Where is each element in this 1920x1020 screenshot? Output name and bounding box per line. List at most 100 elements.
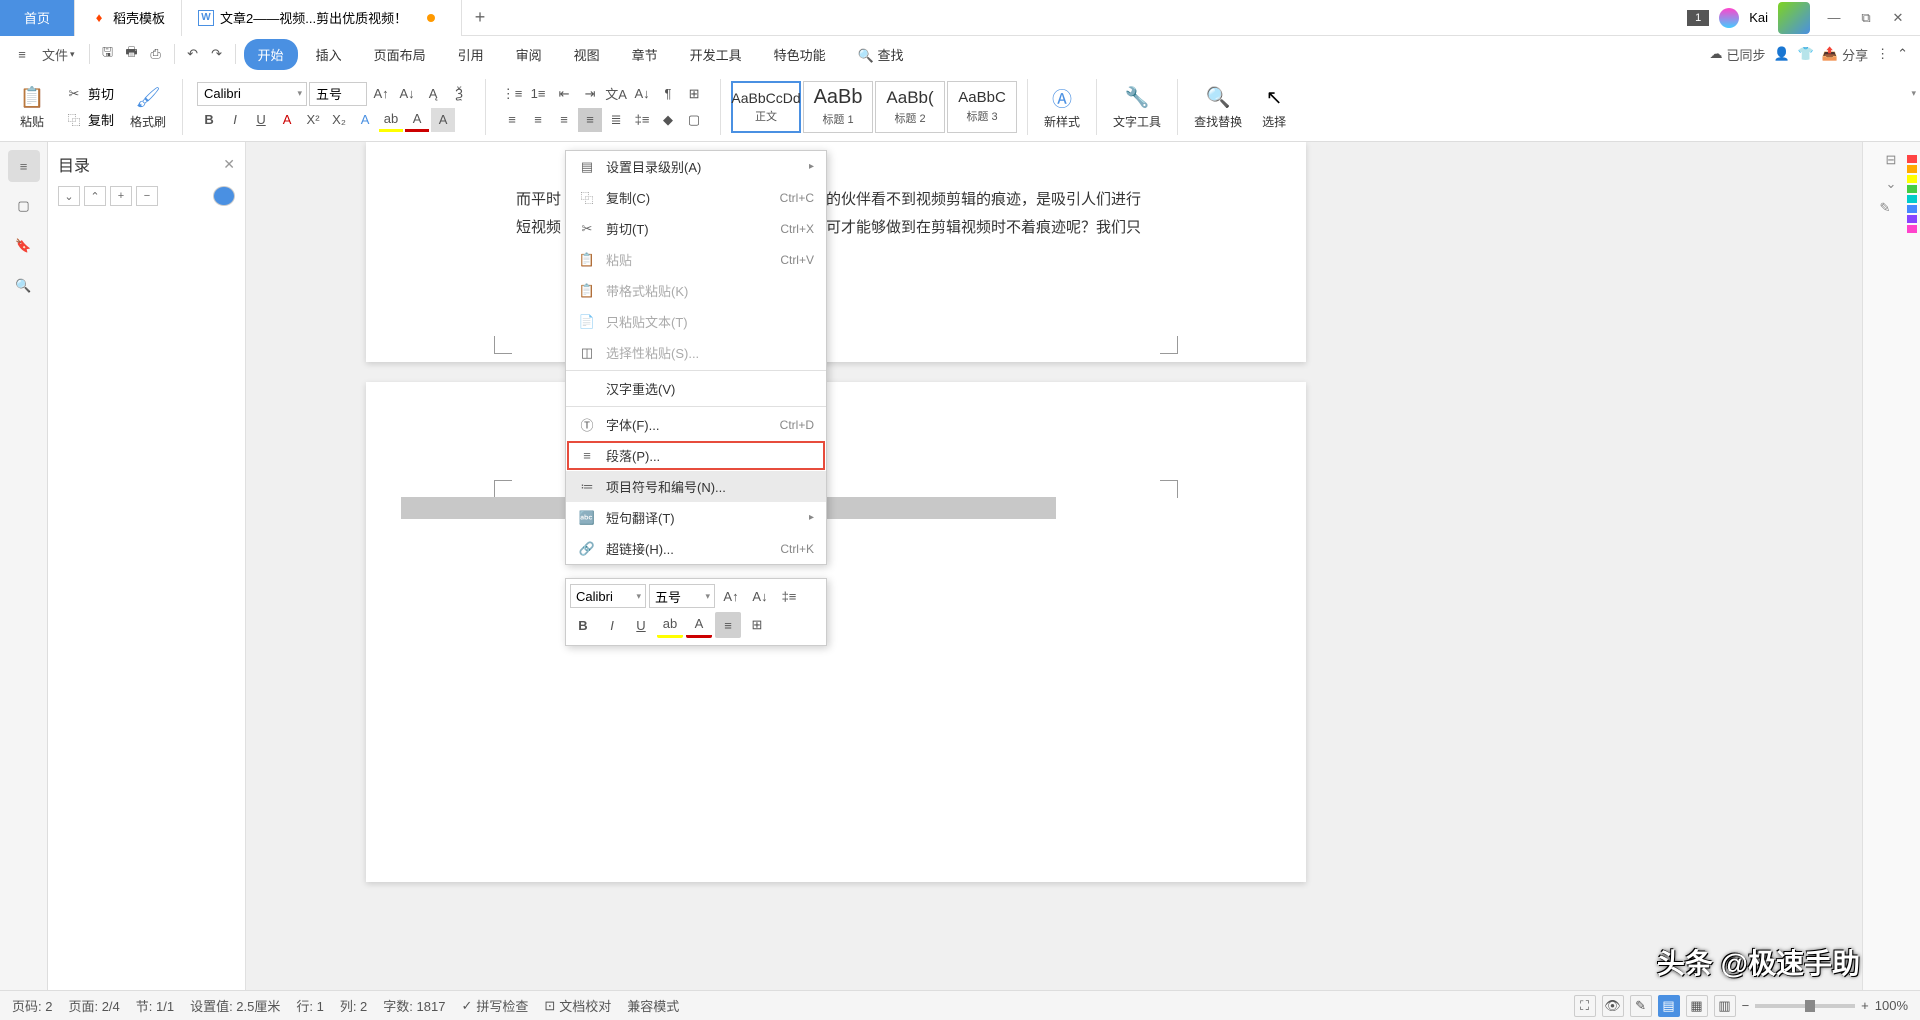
mini-shrink-font-icon[interactable]: A↓ — [747, 583, 773, 609]
decrease-indent-icon[interactable]: ⇤ — [552, 82, 576, 106]
menu-icon[interactable]: ≡ — [12, 44, 32, 64]
ruler-toggle-icon[interactable]: ⊟ — [1886, 152, 1898, 164]
status-page[interactable]: 页面: 2/4 — [68, 996, 119, 1015]
notification-badge[interactable]: 1 — [1687, 10, 1709, 26]
font-size-selector[interactable]: 五号▾ — [309, 82, 367, 106]
collapse-ribbon-icon[interactable]: ⌃ — [1897, 46, 1908, 62]
user-icon[interactable]: 👤 — [1774, 46, 1790, 62]
chevron-down-icon[interactable]: ⌄ — [1886, 176, 1898, 188]
shrink-font-icon[interactable]: A↓ — [395, 82, 419, 106]
ribbon-tab-review[interactable]: 审阅 — [502, 39, 556, 70]
context-menu-item[interactable]: ✂剪切(T)Ctrl+X — [566, 213, 826, 244]
ribbon-tab-layout[interactable]: 页面布局 — [360, 39, 440, 70]
ribbon-tab-start[interactable]: 开始 — [244, 39, 298, 70]
sync-status[interactable]: ☁ 已同步 — [1710, 45, 1766, 64]
align-center-icon[interactable]: ≡ — [526, 108, 550, 132]
mini-border-icon[interactable]: ⊞ — [744, 612, 770, 638]
numbering-icon[interactable]: 1≡ — [526, 82, 550, 106]
grow-font-icon[interactable]: A↑ — [369, 82, 393, 106]
borders-icon[interactable]: ⊞ — [682, 82, 706, 106]
pencil-icon[interactable]: ✎ — [1880, 200, 1904, 224]
mini-font-selector[interactable]: Calibri▾ — [570, 584, 646, 608]
mini-justify-icon[interactable]: ≡ — [715, 612, 741, 638]
context-menu-item[interactable]: ⿻复制(C)Ctrl+C — [566, 182, 826, 213]
line-spacing-icon[interactable]: ‡≡ — [630, 108, 654, 132]
format-painter[interactable]: 🖌格式刷 — [124, 83, 172, 130]
read-mode-icon[interactable]: 👁 — [1602, 995, 1624, 1017]
text-effects-icon[interactable]: A — [353, 108, 377, 132]
style-normal[interactable]: AaBbCcDd正文 — [731, 81, 801, 133]
context-menu-item[interactable]: 🔤短句翻译(T)▸ — [566, 502, 826, 533]
fullscreen-icon[interactable]: ⛶ — [1574, 995, 1596, 1017]
show-marks-icon[interactable]: ¶ — [656, 82, 680, 106]
shading-icon[interactable]: A — [431, 108, 455, 132]
ribbon-tab-special[interactable]: 特色功能 — [760, 39, 840, 70]
context-menu-item[interactable]: 汉字重选(V) — [566, 373, 826, 404]
expand-icon[interactable]: ⌄ — [58, 186, 80, 206]
sort-icon[interactable]: A↓ — [630, 82, 654, 106]
justify-icon[interactable]: ≡ — [578, 108, 602, 132]
tab-home[interactable]: 首页 — [0, 0, 75, 36]
ribbon-tab-ref[interactable]: 引用 — [444, 39, 498, 70]
ribbon-tab-chapter[interactable]: 章节 — [618, 39, 672, 70]
undo-icon[interactable]: ↶ — [183, 44, 203, 64]
mini-line-spacing-icon[interactable]: ‡≡ — [776, 583, 802, 609]
zoom-tool-icon[interactable]: 🔍 — [8, 270, 40, 302]
style-heading1[interactable]: AaBb标题 1 — [803, 81, 873, 133]
clear-format-icon[interactable]: Ą — [421, 82, 445, 106]
italic-icon[interactable]: I — [223, 108, 247, 132]
context-menu-item[interactable]: Ⓣ字体(F)...Ctrl+D — [566, 409, 826, 440]
status-pagenum[interactable]: 页码: 2 — [12, 996, 52, 1015]
outline-view-icon[interactable]: ▥ — [1714, 995, 1736, 1017]
text-direction-icon[interactable]: 文A — [604, 82, 628, 106]
zoom-in-icon[interactable]: + — [1861, 998, 1869, 1013]
print-icon[interactable]: 🖶 — [122, 44, 142, 64]
more-icon[interactable]: ⋮ — [1876, 46, 1889, 62]
distribute-icon[interactable]: ≣ — [604, 108, 628, 132]
select-button[interactable]: ↖选择 — [1254, 83, 1294, 130]
tab-template[interactable]: ♦稻壳模板 — [75, 0, 182, 36]
tab-document[interactable]: W文章2——视频...剪出优质视频！ — [182, 0, 462, 36]
file-menu[interactable]: 文件 ▾ — [36, 41, 81, 68]
ribbon-tab-view[interactable]: 视图 — [560, 39, 614, 70]
mini-font-color-icon[interactable]: A — [686, 612, 712, 638]
mini-italic-icon[interactable]: I — [599, 612, 625, 638]
print-layout-icon[interactable]: ▤ — [1658, 995, 1680, 1017]
remove-icon[interactable]: − — [136, 186, 158, 206]
text-tools-button[interactable]: 🔧文字工具 — [1107, 83, 1167, 130]
window-restore[interactable]: ⧉ — [1852, 8, 1880, 28]
font-color-icon[interactable]: A — [405, 108, 429, 132]
superscript-icon[interactable]: X² — [301, 108, 325, 132]
status-chars[interactable]: 字数: 1817 — [383, 996, 445, 1015]
bookmark-icon[interactable]: 🔖 — [8, 230, 40, 262]
outline-icon[interactable]: ≡ — [8, 150, 40, 182]
window-minimize[interactable]: — — [1820, 8, 1848, 28]
share-button[interactable]: 📤 分享 — [1822, 45, 1868, 64]
increase-indent-icon[interactable]: ⇥ — [578, 82, 602, 106]
zoom-level[interactable]: 100% — [1875, 998, 1908, 1013]
status-spell[interactable]: ✓ 拼写检查 — [461, 996, 528, 1015]
font-selector[interactable]: Calibri▾ — [197, 82, 307, 106]
context-menu-item[interactable]: ≡段落(P)... — [566, 440, 826, 471]
paste-button[interactable]: 📋粘贴 — [12, 83, 52, 130]
style-heading2[interactable]: AaBb(标题 2 — [875, 81, 945, 133]
cut-button[interactable]: ✂剪切 — [62, 82, 114, 106]
align-left-icon[interactable]: ≡ — [500, 108, 524, 132]
zoom-slider[interactable] — [1755, 1004, 1855, 1008]
status-row[interactable]: 行: 1 — [296, 996, 323, 1015]
new-style-button[interactable]: Ⓐ新样式 — [1038, 83, 1086, 130]
align-right-icon[interactable]: ≡ — [552, 108, 576, 132]
document-canvas[interactable]: 而平时 短视频 的伙伴看不到视频剪辑的痕迹，是吸引人们进行 可才能够做到在剪辑视… — [246, 142, 1862, 990]
edit-mode-icon[interactable]: ✎ — [1630, 995, 1652, 1017]
ribbon-tab-insert[interactable]: 插入 — [302, 39, 356, 70]
web-layout-icon[interactable]: ▦ — [1686, 995, 1708, 1017]
style-heading3[interactable]: AaBbC标题 3 — [947, 81, 1017, 133]
status-section[interactable]: 节: 1/1 — [136, 996, 174, 1015]
window-close[interactable]: ✕ — [1884, 8, 1912, 28]
context-menu-item[interactable]: ≔项目符号和编号(N)... — [566, 471, 826, 502]
strike-icon[interactable]: A — [275, 108, 299, 132]
mini-size-selector[interactable]: 五号▾ — [649, 584, 715, 608]
tab-add[interactable]: + — [462, 0, 498, 36]
save-icon[interactable]: 🖫 — [98, 44, 118, 64]
status-setval[interactable]: 设置值: 2.5厘米 — [190, 996, 280, 1015]
